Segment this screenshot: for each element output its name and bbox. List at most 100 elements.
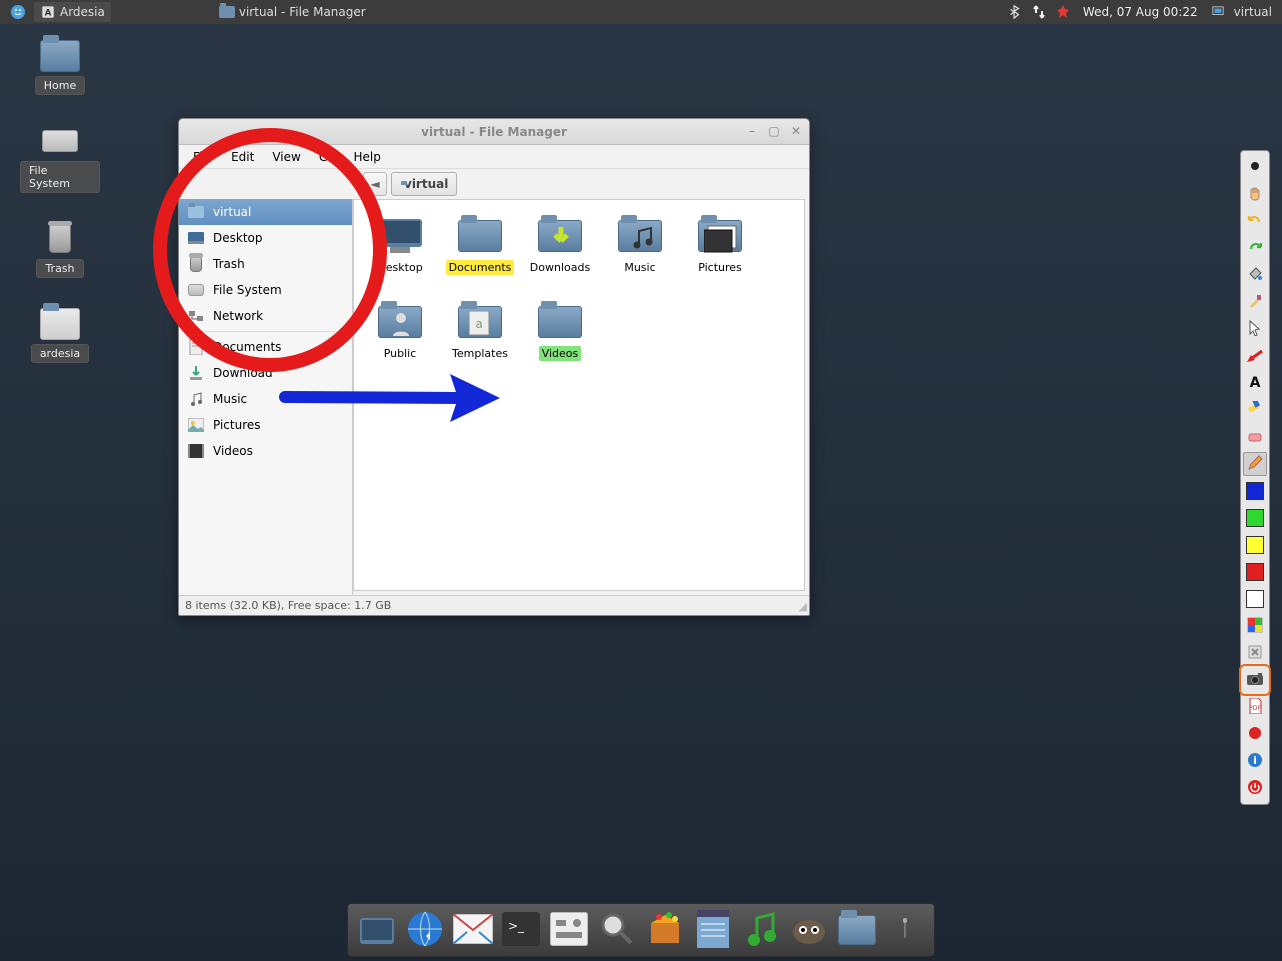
tool-pencil[interactable] <box>1243 452 1267 476</box>
window-titlebar[interactable]: virtual - File Manager – ▢ ✕ <box>179 119 809 145</box>
tool-redo[interactable] <box>1243 236 1267 260</box>
file-manager-window: virtual - File Manager – ▢ ✕ File Edit V… <box>178 118 810 616</box>
clear-icon <box>1247 644 1263 663</box>
taskbar-ardesia[interactable]: A Ardesia <box>34 2 111 22</box>
tool-brush[interactable] <box>1243 290 1267 314</box>
tool-thickness[interactable] <box>1243 155 1267 179</box>
dock-trash[interactable] <box>884 909 926 951</box>
sidebar-item-label: Music <box>213 392 247 406</box>
file-music[interactable]: Music <box>602 216 678 294</box>
file-downloads[interactable]: Downloads <box>522 216 598 294</box>
tool-color-blue[interactable] <box>1243 479 1267 503</box>
tool-color-picker[interactable] <box>1243 614 1267 638</box>
file-public[interactable]: Public <box>362 302 438 380</box>
export-pdf-icon: PDF <box>1248 698 1262 717</box>
window-maximize-button[interactable]: ▢ <box>765 123 783 139</box>
path-breadcrumb[interactable]: virtual <box>391 172 457 196</box>
bluetooth-icon[interactable] <box>1007 4 1023 20</box>
window-minimize-button[interactable]: – <box>743 123 761 139</box>
tool-export-pdf[interactable]: PDF <box>1243 695 1267 719</box>
taskbar-filemanager[interactable]: virtual - File Manager <box>213 2 372 22</box>
tool-color-red[interactable] <box>1243 560 1267 584</box>
nav-back-button[interactable]: ◄ <box>363 172 387 196</box>
svg-text:a: a <box>475 317 482 331</box>
tool-highlighter[interactable] <box>1243 398 1267 422</box>
panel-user[interactable]: virtual <box>1234 5 1272 19</box>
sidebar-item-filesystem[interactable]: File System <box>179 277 352 303</box>
desktop-icon-ardesia[interactable]: ardesia <box>20 308 100 363</box>
sidebar-item-documents[interactable]: Documents <box>179 334 352 360</box>
virtual-icon <box>187 203 205 221</box>
color-blue-swatch-icon <box>1246 482 1264 500</box>
menu-edit[interactable]: Edit <box>223 148 262 166</box>
tool-eraser[interactable] <box>1243 425 1267 449</box>
tool-text[interactable]: A <box>1243 371 1267 395</box>
dock-settings[interactable] <box>548 909 590 951</box>
sidebar-item-music[interactable]: Music <box>179 386 352 412</box>
sidebar-item-virtual[interactable]: virtual <box>179 199 352 225</box>
file-label: Videos <box>539 346 582 361</box>
tool-arrow[interactable] <box>1243 344 1267 368</box>
menu-go[interactable]: Go <box>311 148 344 166</box>
info-icon: i <box>1247 752 1263 771</box>
dock-media[interactable] <box>740 909 782 951</box>
user-switch-icon[interactable] <box>1210 4 1226 20</box>
dock-folder[interactable] <box>836 909 878 951</box>
dock-web-browser[interactable] <box>404 909 446 951</box>
resize-grip-icon[interactable]: ◢ <box>799 600 807 613</box>
sidebar-item-network[interactable]: Network <box>179 303 352 329</box>
sidebar-item-pictures[interactable]: Pictures <box>179 412 352 438</box>
dock-terminal[interactable]: >_ <box>500 909 542 951</box>
tool-quit[interactable] <box>1243 776 1267 800</box>
file-label: Desktop <box>374 260 425 275</box>
file-desktop[interactable]: Desktop <box>362 216 438 294</box>
file-videos[interactable]: Videos <box>522 302 598 380</box>
color-green-swatch-icon <box>1246 509 1264 527</box>
desktop-icon <box>187 229 205 247</box>
tool-fill[interactable] <box>1243 263 1267 287</box>
dock-mail[interactable] <box>452 909 494 951</box>
pencil-icon <box>1247 455 1263 474</box>
panel-clock[interactable]: Wed, 07 Aug 00:22 <box>1083 5 1198 19</box>
sidebar-item-trash[interactable]: Trash <box>179 251 352 277</box>
dock-search[interactable] <box>596 909 638 951</box>
tool-pointer[interactable] <box>1243 317 1267 341</box>
dock-file-manager[interactable] <box>356 909 398 951</box>
svg-text:>_: >_ <box>508 919 525 933</box>
trash-icon <box>904 923 906 937</box>
file-templates[interactable]: a Templates <box>442 302 518 380</box>
dock-gimp[interactable] <box>788 909 830 951</box>
eraser-icon <box>1247 428 1263 447</box>
dock-packages[interactable] <box>644 909 686 951</box>
file-documents[interactable]: Documents <box>442 216 518 294</box>
tool-color-yellow[interactable] <box>1243 533 1267 557</box>
update-notifier-icon[interactable] <box>1055 4 1071 20</box>
tool-hand[interactable] <box>1243 182 1267 206</box>
menu-view[interactable]: View <box>264 148 308 166</box>
network-icon[interactable] <box>1031 4 1047 20</box>
tool-screenshot[interactable] <box>1243 668 1267 692</box>
tool-record[interactable] <box>1243 722 1267 746</box>
sidebar-item-desktop[interactable]: Desktop <box>179 225 352 251</box>
menu-file[interactable]: File <box>185 148 221 166</box>
applications-menu-button[interactable] <box>4 2 32 22</box>
desktop-icon-filesystem[interactable]: File System <box>20 125 100 193</box>
tool-color-green[interactable] <box>1243 506 1267 530</box>
videos-icon <box>187 442 205 460</box>
screenshot-icon <box>1246 672 1264 689</box>
sidebar-item-videos[interactable]: Videos <box>179 438 352 464</box>
tool-info[interactable]: i <box>1243 749 1267 773</box>
window-close-button[interactable]: ✕ <box>787 123 805 139</box>
dock-notes[interactable] <box>692 909 734 951</box>
tool-clear[interactable] <box>1243 641 1267 665</box>
desktop-icon-label: Home <box>35 76 85 95</box>
menu-help[interactable]: Help <box>345 148 388 166</box>
tool-undo[interactable] <box>1243 209 1267 233</box>
sidebar-item-download[interactable]: Download <box>179 360 352 386</box>
file-pictures[interactable]: Pictures <box>682 216 758 294</box>
desktop-icon-trash[interactable]: Trash <box>20 223 100 278</box>
tool-color-white[interactable] <box>1243 587 1267 611</box>
svg-text:A: A <box>1250 375 1261 390</box>
desktop-icon-home[interactable]: Home <box>20 40 100 95</box>
color-picker-icon <box>1247 617 1263 636</box>
